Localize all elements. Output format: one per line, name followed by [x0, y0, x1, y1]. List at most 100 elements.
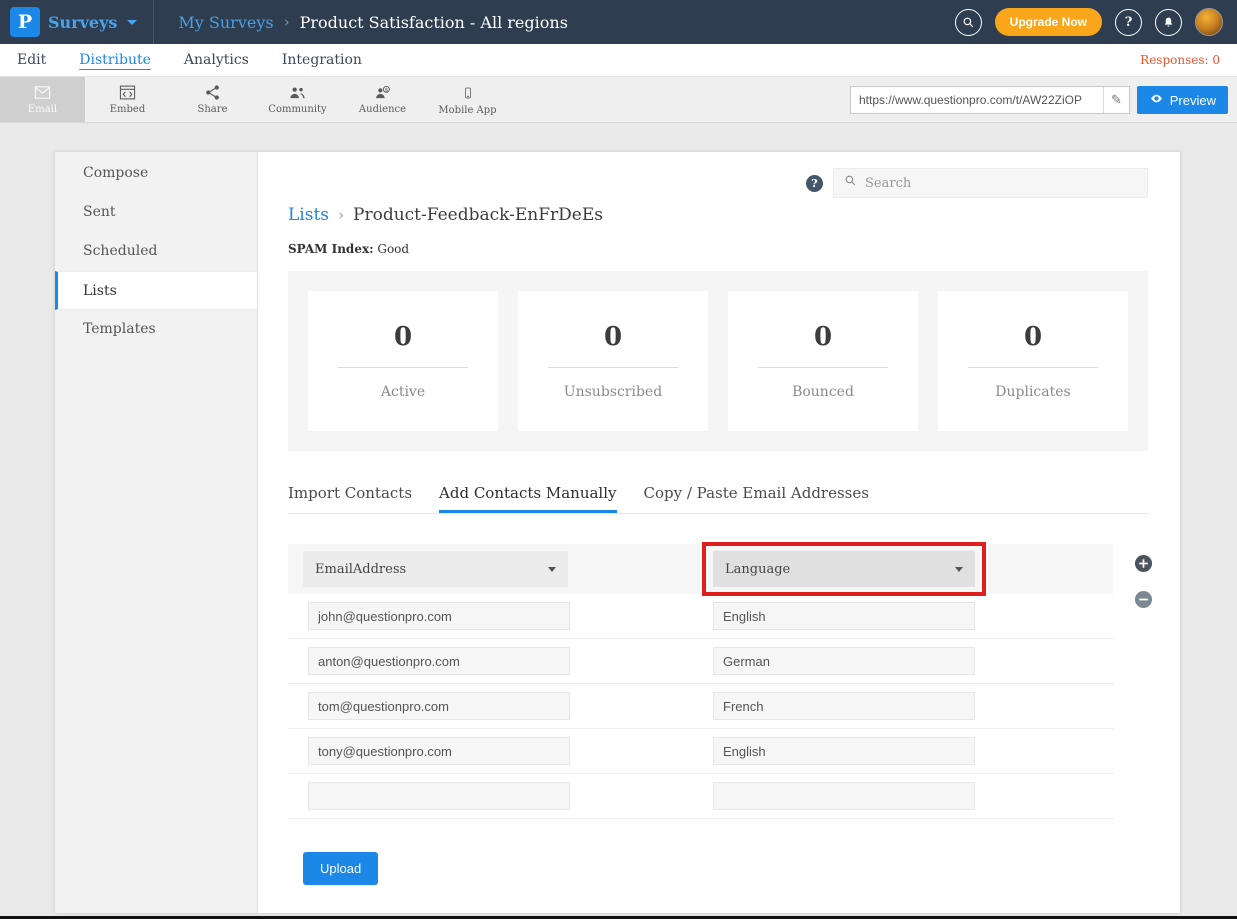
toolbar-item-audience[interactable]: $ Audience	[340, 77, 425, 122]
email-sidebar: Compose Sent Scheduled Lists Templates	[55, 152, 258, 913]
stat-value: 0	[1024, 322, 1042, 352]
contacts-table: EmailAddress Language	[288, 544, 1113, 913]
list-stats: 0 Active 0 Unsubscribed 0 Bounced 0	[288, 271, 1148, 451]
search-box	[833, 168, 1148, 198]
toolbar-item-label: Embed	[110, 104, 146, 115]
stat-card-bounced: 0 Bounced	[728, 291, 918, 431]
tab-import-contacts[interactable]: Import Contacts	[288, 484, 412, 513]
help-icon[interactable]: ?	[1115, 9, 1142, 36]
toolbar-item-label: Mobile App	[438, 105, 496, 116]
survey-nav: Edit Distribute Analytics Integration Re…	[0, 44, 1237, 77]
tab-integration[interactable]: Integration	[282, 52, 362, 68]
sidebar-item-sent[interactable]: Sent	[55, 193, 257, 232]
tab-copy-paste-email-addresses[interactable]: Copy / Paste Email Addresses	[644, 484, 869, 513]
help-icon[interactable]: ?	[806, 175, 823, 192]
svg-text:$: $	[385, 87, 389, 93]
product-name: Surveys	[48, 13, 117, 32]
email-input[interactable]	[308, 602, 570, 630]
select-value: EmailAddress	[315, 562, 406, 577]
email-input[interactable]	[308, 737, 570, 765]
survey-url-box: ✎	[850, 86, 1130, 114]
stat-card-active: 0 Active	[308, 291, 498, 431]
stat-value: 0	[604, 322, 622, 352]
breadcrumb-lists-link[interactable]: Lists	[288, 205, 329, 225]
chevron-down-icon	[548, 567, 556, 572]
email-input[interactable]	[308, 692, 570, 720]
sidebar-item-compose[interactable]: Compose	[55, 154, 257, 193]
breadcrumb: My Surveys › Product Satisfaction - All …	[178, 13, 568, 32]
red-annotation-box: Language	[702, 542, 986, 596]
survey-url-input[interactable]	[851, 93, 1103, 107]
toolbar-item-embed[interactable]: Embed	[85, 77, 170, 122]
toolbar-item-email[interactable]: Email	[0, 77, 85, 122]
audience-icon: $	[372, 84, 393, 101]
share-icon	[203, 84, 222, 101]
chevron-down-icon	[955, 567, 963, 572]
divider	[758, 367, 888, 368]
distribute-toolbar: Email Embed Share Community $ Audience M…	[0, 77, 1237, 123]
search-icon	[844, 174, 857, 192]
language-field-select[interactable]: Language	[713, 551, 975, 587]
row-controls	[1134, 554, 1153, 614]
stat-label: Duplicates	[995, 384, 1070, 400]
add-row-button[interactable]	[1134, 554, 1153, 578]
toolbar-item-mobile-app[interactable]: Mobile App	[425, 77, 510, 122]
product-switcher[interactable]: P Surveys	[0, 0, 154, 44]
spam-index: SPAM Index: Good	[288, 242, 1148, 256]
search-input[interactable]	[865, 176, 1137, 191]
page-title: Product Satisfaction - All regions	[300, 13, 568, 32]
toolbar-item-community[interactable]: Community	[255, 77, 340, 122]
email-input[interactable]	[308, 782, 570, 810]
edit-url-pencil-icon[interactable]: ✎	[1103, 87, 1129, 113]
toolbar-item-share[interactable]: Share	[170, 77, 255, 122]
tab-distribute[interactable]: Distribute	[79, 52, 151, 68]
table-row	[288, 774, 1113, 819]
notifications-bell-icon[interactable]	[1155, 9, 1182, 36]
embed-icon	[117, 84, 138, 101]
responses-count[interactable]: Responses: 0	[1140, 53, 1220, 67]
chevron-down-icon	[127, 20, 137, 25]
topbar: P Surveys My Surveys › Product Satisfact…	[0, 0, 1237, 44]
email-input[interactable]	[308, 647, 570, 675]
spam-index-value: Good	[377, 242, 409, 256]
tab-analytics[interactable]: Analytics	[184, 52, 249, 68]
toolbar-item-label: Share	[198, 104, 228, 115]
table-row	[288, 594, 1113, 639]
page-body: Compose Sent Scheduled Lists Templates ?…	[0, 123, 1237, 916]
sidebar-item-lists[interactable]: Lists	[55, 271, 257, 310]
avatar[interactable]	[1195, 8, 1223, 36]
contacts-tabs: Import Contacts Add Contacts Manually Co…	[288, 484, 1148, 514]
upload-button[interactable]: Upload	[303, 852, 378, 885]
sidebar-item-templates[interactable]: Templates	[55, 310, 257, 349]
sidebar-item-scheduled[interactable]: Scheduled	[55, 232, 257, 271]
breadcrumb-separator-icon: ›	[284, 13, 290, 31]
toolbar-item-label: Email	[28, 104, 57, 115]
language-input[interactable]	[713, 602, 975, 630]
email-distribution-panel: Compose Sent Scheduled Lists Templates ?…	[55, 152, 1180, 913]
questionpro-logo-icon: P	[10, 7, 40, 37]
list-name: Product-Feedback-EnFrDeEs	[353, 205, 603, 225]
table-row	[288, 684, 1113, 729]
lists-content: ? Lists › Product-Feedback-EnFrDeEs SPAM…	[258, 152, 1180, 913]
stat-card-duplicates: 0 Duplicates	[938, 291, 1128, 431]
eye-icon	[1149, 92, 1164, 108]
divider	[548, 367, 678, 368]
upgrade-button[interactable]: Upgrade Now	[995, 8, 1102, 36]
community-icon	[287, 84, 308, 101]
language-input[interactable]	[713, 737, 975, 765]
tab-add-contacts-manually[interactable]: Add Contacts Manually	[439, 484, 616, 513]
toolbar-item-label: Audience	[359, 104, 406, 115]
breadcrumb-my-surveys[interactable]: My Surveys	[178, 13, 273, 32]
email-address-field-select[interactable]: EmailAddress	[303, 551, 568, 587]
divider	[968, 367, 1098, 368]
stat-label: Unsubscribed	[564, 384, 662, 400]
table-row	[288, 729, 1113, 774]
tab-edit[interactable]: Edit	[17, 52, 46, 68]
language-input[interactable]	[713, 647, 975, 675]
stat-label: Active	[381, 384, 425, 400]
remove-row-button[interactable]	[1134, 590, 1153, 614]
search-icon[interactable]	[955, 9, 982, 36]
preview-button[interactable]: Preview	[1137, 86, 1228, 114]
language-input[interactable]	[713, 692, 975, 720]
language-input[interactable]	[713, 782, 975, 810]
